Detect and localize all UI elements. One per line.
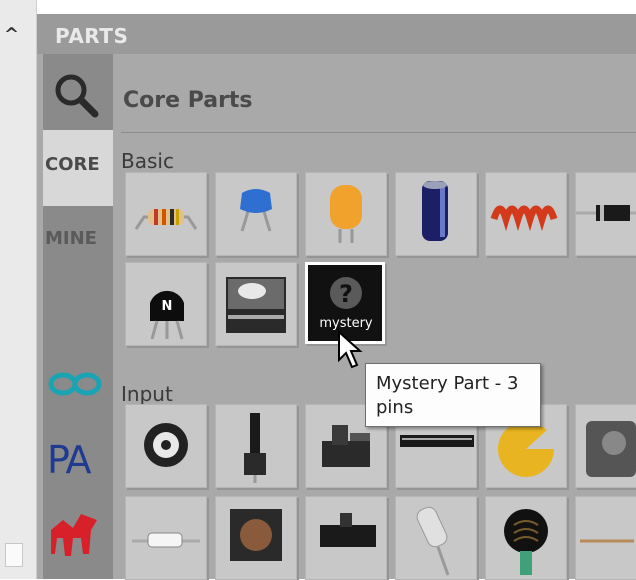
fritzing-icon[interactable] bbox=[47, 508, 103, 560]
wire-icon[interactable] bbox=[575, 496, 636, 580]
arduino-icon[interactable] bbox=[45, 364, 105, 404]
pushbutton-icon[interactable] bbox=[215, 496, 297, 580]
search-tab[interactable] bbox=[45, 58, 113, 130]
divider bbox=[121, 132, 636, 133]
tilt-sensor-icon[interactable] bbox=[395, 496, 477, 580]
pa-text: PA bbox=[47, 438, 92, 482]
mouse-pointer-icon bbox=[338, 330, 363, 369]
electrolytic-capacitor-icon[interactable] bbox=[395, 172, 477, 256]
tooltip-text: Mystery Part - 3 pins bbox=[376, 373, 519, 418]
parts-header: PARTS bbox=[37, 14, 636, 54]
left-strip: ^ bbox=[0, 0, 37, 579]
section-input: Input bbox=[121, 382, 173, 406]
parts-content: Core Parts Basic N ? mystery Input bbox=[113, 54, 636, 580]
tab-core-label: CORE bbox=[45, 154, 100, 175]
inductor-icon[interactable] bbox=[485, 172, 567, 256]
photocell-icon[interactable] bbox=[485, 496, 567, 580]
tab-mine[interactable]: MINE bbox=[43, 206, 113, 282]
tab-mine-label: MINE bbox=[45, 228, 97, 249]
transistor-icon[interactable]: N bbox=[125, 262, 207, 346]
parts-panel: PARTS CORE MINE PA Core Parts Basic N ? … bbox=[37, 14, 636, 580]
mystery-symbol: ? bbox=[339, 280, 353, 308]
potentiometer-icon[interactable] bbox=[125, 404, 207, 488]
slide-potentiometer-icon[interactable] bbox=[215, 404, 297, 488]
ceramic-capacitor-icon[interactable] bbox=[215, 172, 297, 256]
transistor-label: N bbox=[162, 299, 173, 314]
battery-icon[interactable] bbox=[215, 262, 297, 346]
bin-title: Core Parts bbox=[123, 88, 253, 113]
chevron-up-icon[interactable]: ^ bbox=[4, 24, 19, 45]
reed-switch-icon[interactable] bbox=[125, 496, 207, 580]
trimmer-icon[interactable] bbox=[575, 404, 636, 488]
strip-handle[interactable] bbox=[5, 543, 23, 567]
tantalum-capacitor-icon[interactable] bbox=[305, 172, 387, 256]
mystery-label: mystery bbox=[319, 316, 373, 331]
resistor-icon[interactable] bbox=[125, 172, 207, 256]
tab-core[interactable]: CORE bbox=[43, 130, 113, 206]
magnifier-icon bbox=[55, 74, 99, 118]
slide-switch-icon[interactable] bbox=[305, 496, 387, 580]
section-basic: Basic bbox=[121, 149, 174, 173]
diode-icon[interactable] bbox=[575, 172, 636, 256]
part-tooltip: Mystery Part - 3 pins bbox=[365, 363, 541, 427]
pa-icon[interactable]: PA bbox=[45, 436, 109, 484]
panel-title: PARTS bbox=[55, 24, 129, 48]
